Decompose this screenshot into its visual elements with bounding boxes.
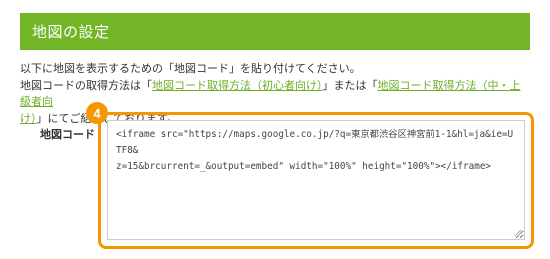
intro-line-2-middle: 」または「: [322, 78, 378, 92]
link-beginner-guide[interactable]: 地図コード取得方法（初心者向け）: [152, 79, 323, 92]
map-settings-page: 地図の設定 以下に地図を表示するための「地図コード」を貼り付けてください。 地図…: [0, 0, 550, 259]
resize-grip-icon[interactable]: [514, 229, 522, 237]
map-code-line-2: z=15&brcurrent=_&output=embed" width="10…: [116, 161, 492, 172]
map-code-line-1: <iframe src="https://maps.google.co.jp/?…: [116, 129, 514, 156]
intro-line-2-prefix: 地図コードの取得方法は「: [20, 78, 152, 92]
step-number-badge: 4: [86, 102, 108, 124]
map-code-textarea[interactable]: <iframe src="https://maps.google.co.jp/?…: [107, 120, 525, 240]
section-header: 地図の設定: [20, 13, 530, 50]
link-advanced-guide-part2[interactable]: け）: [20, 112, 37, 125]
map-code-label: 地図コード: [40, 128, 95, 141]
intro-line-1: 以下に地図を表示するための「地図コード」を貼り付けてください。: [20, 62, 361, 75]
page-title: 地図の設定: [32, 23, 110, 41]
